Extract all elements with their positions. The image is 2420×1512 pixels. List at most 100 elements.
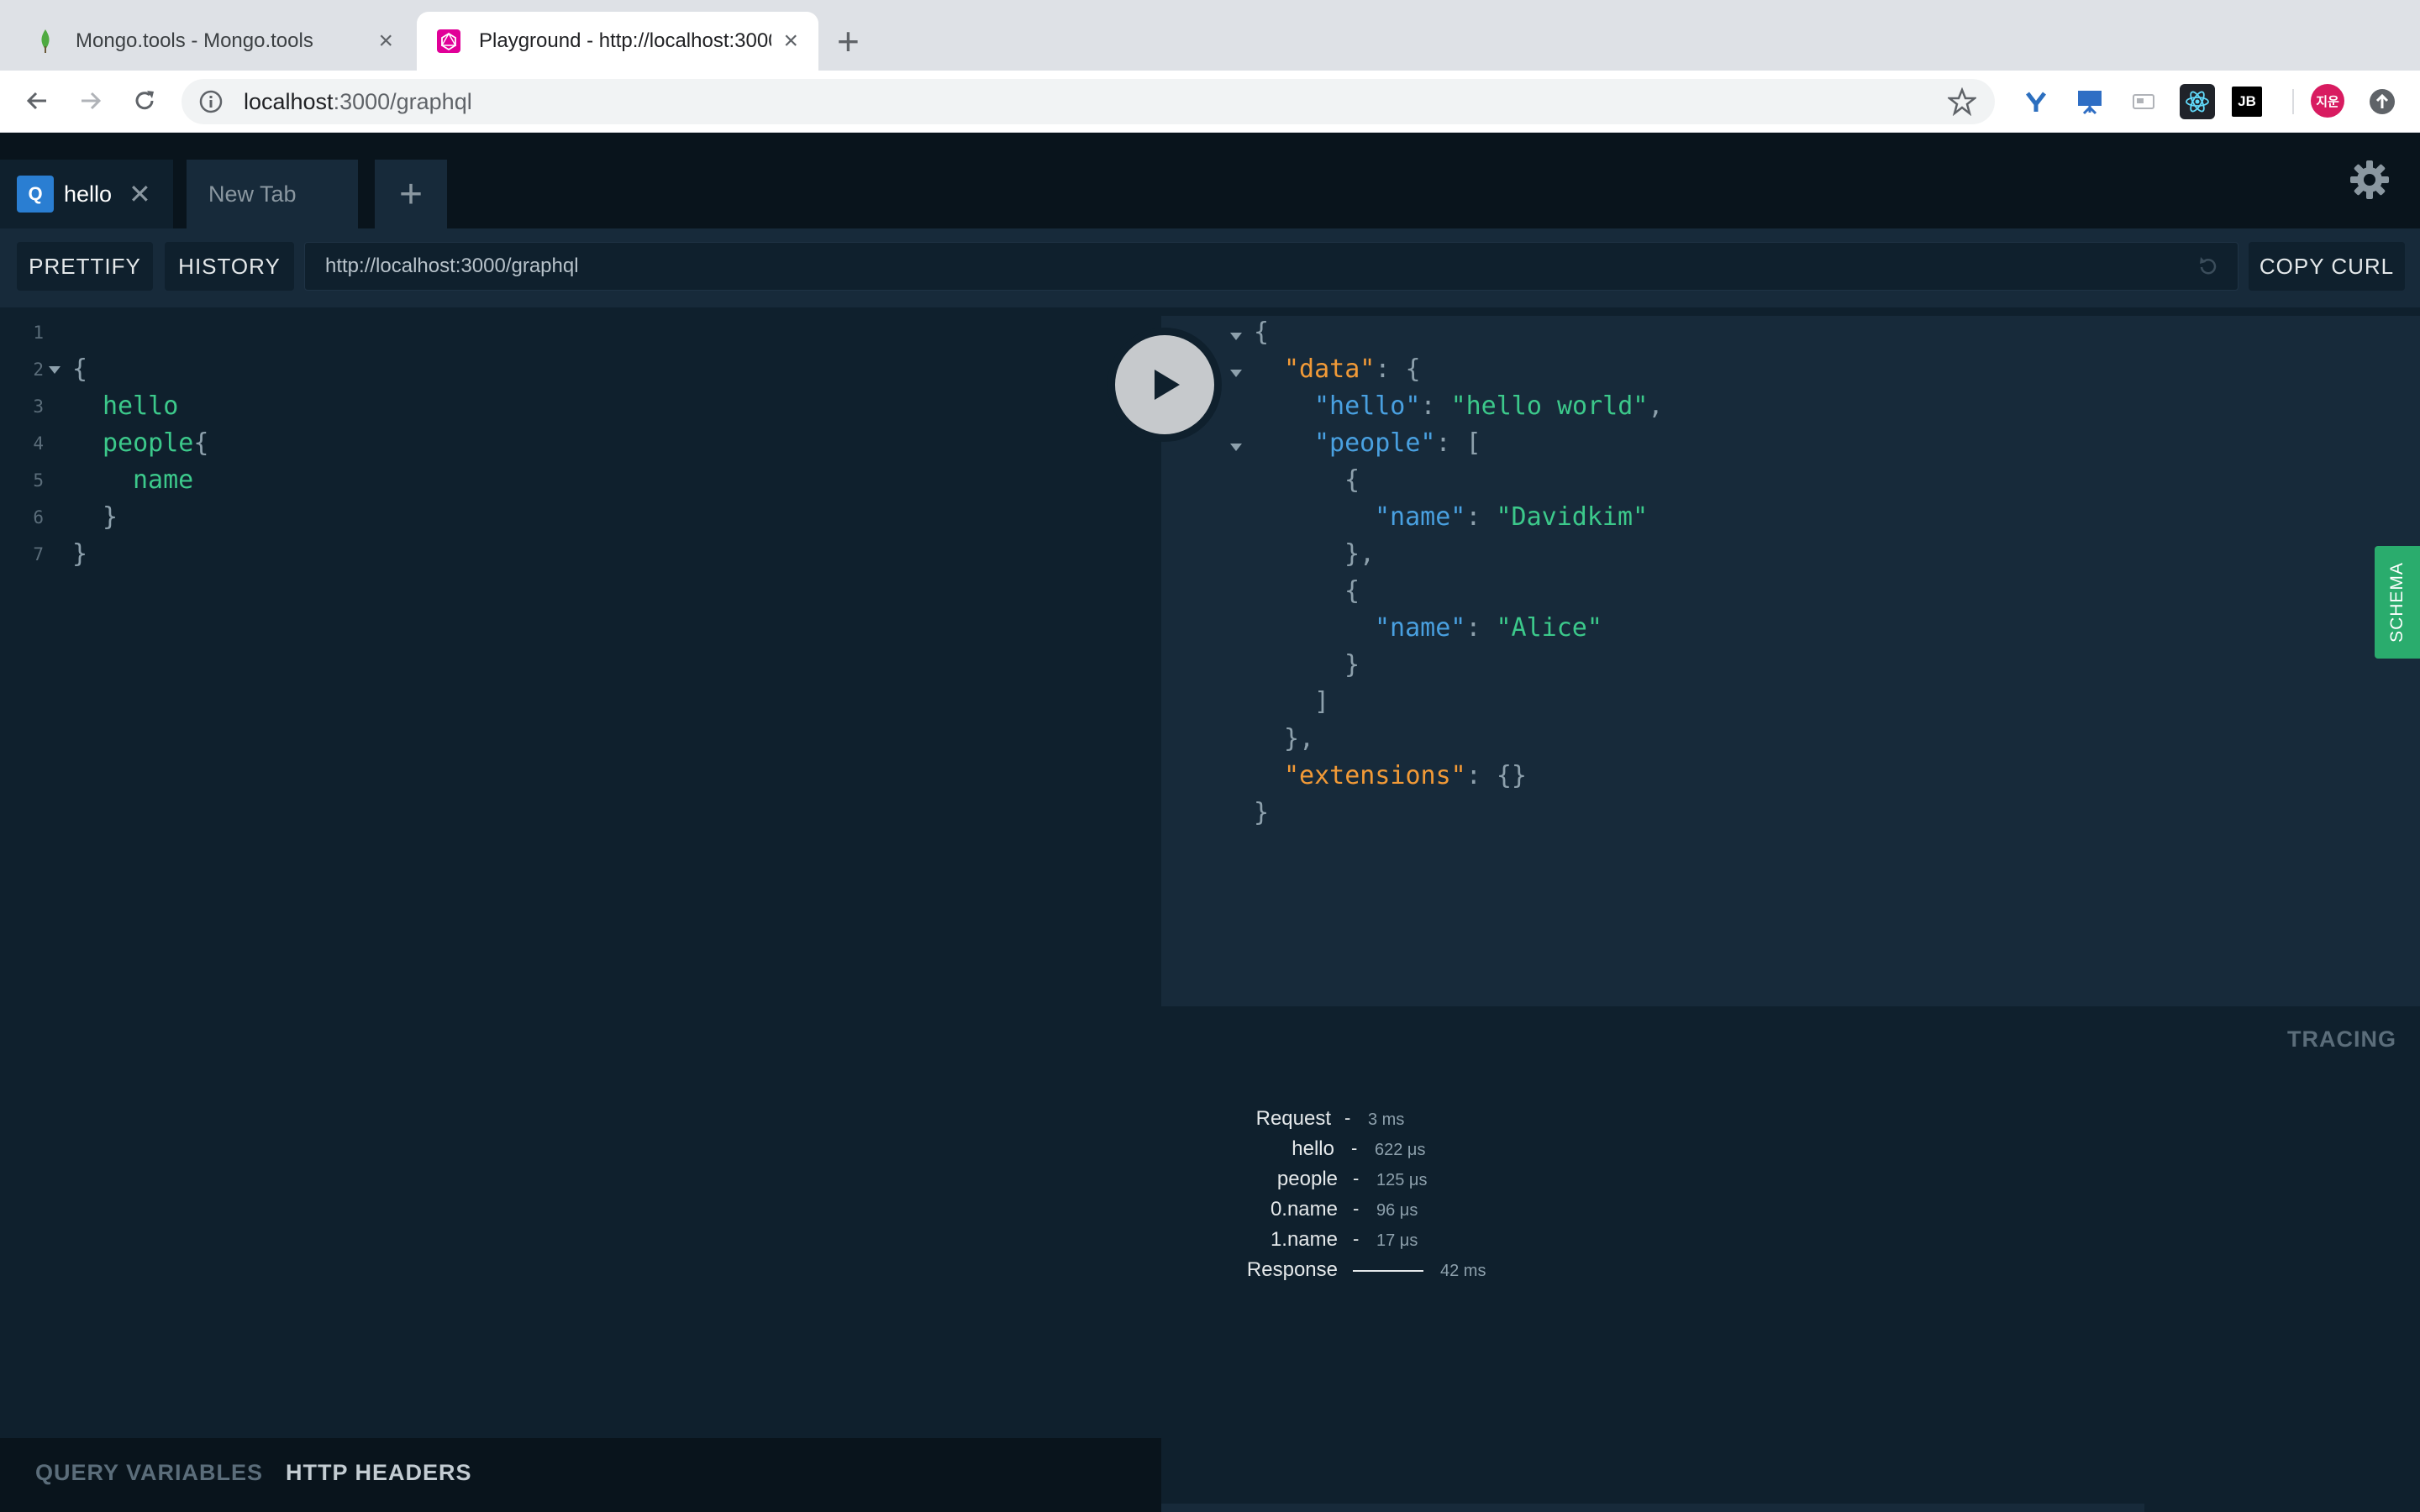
settings-gear-icon[interactable]	[2348, 158, 2391, 206]
query-badge: Q	[17, 176, 54, 213]
line-number: 3	[33, 396, 44, 417]
play-button-circle	[1115, 335, 1214, 434]
json-brace: }	[1344, 650, 1360, 680]
line-number: 5	[33, 470, 44, 491]
tracing-label: 1.name	[1270, 1228, 1338, 1251]
jetbrains-icon[interactable]: JB	[2232, 87, 2262, 117]
tracing-title[interactable]: TRACING	[2287, 1026, 2396, 1053]
variables-headers-bar: QUERY VARIABLES HTTP HEADERS	[0, 1438, 1161, 1512]
bookmark-star-icon[interactable]	[1946, 87, 1978, 120]
json-line: "extensions": {}	[1284, 761, 1527, 790]
forward-button[interactable]	[74, 84, 108, 118]
tracing-label: hello	[1292, 1137, 1334, 1160]
json-line: "name": "Davidkim"	[1375, 502, 1649, 532]
tracing-value: 3 ms	[1368, 1110, 1405, 1129]
extension-card-icon[interactable]	[2126, 84, 2161, 119]
fold-arrow-icon[interactable]	[1230, 333, 1242, 340]
close-icon[interactable]: ✕	[129, 178, 151, 210]
fold-arrow-icon[interactable]	[49, 366, 60, 374]
playground-tab-bar: Q hello ✕ New Tab +	[0, 133, 2420, 228]
extension-y-icon[interactable]	[2018, 84, 2054, 119]
back-button[interactable]	[20, 84, 54, 118]
tracing-value: 17 μs	[1376, 1231, 1418, 1250]
result-viewer[interactable]: { "data": { "hello": "hello world", "peo…	[1161, 316, 2420, 1006]
tracing-value: 42 ms	[1440, 1262, 1486, 1280]
json-key-hello: "hello"	[1314, 391, 1421, 421]
new-browser-tab-button[interactable]: +	[837, 18, 860, 64]
reload-schema-icon[interactable]	[2196, 255, 2221, 286]
info-icon[interactable]	[198, 89, 224, 114]
json-line: "data": {	[1284, 354, 1421, 384]
playground-tab-label: hello	[64, 181, 113, 207]
extension-presentation-icon[interactable]	[2072, 84, 2107, 119]
tracing-panel: TRACING Request - 3 ms hello - 622 μs pe…	[1161, 1006, 2420, 1512]
plus-icon: +	[398, 171, 424, 217]
endpoint-url-text: http://localhost:3000/graphql	[325, 255, 579, 277]
line-number: 2	[33, 360, 44, 380]
json-key-people: "people"	[1314, 428, 1436, 458]
close-icon[interactable]: ×	[783, 27, 798, 55]
json-brace: {	[1254, 318, 1270, 347]
editor-line: 6 }	[0, 501, 1161, 538]
json-key-data: "data"	[1284, 354, 1376, 384]
tracing-label: 0.name	[1270, 1198, 1338, 1221]
profile-avatar[interactable]: 지운	[2311, 84, 2344, 118]
add-tab-button[interactable]: +	[375, 160, 447, 228]
tracing-label: Response	[1246, 1258, 1338, 1281]
prettify-button[interactable]: PRETTIFY	[17, 242, 153, 291]
tracing-dash: -	[1344, 1107, 1351, 1128]
json-key-name: "name"	[1375, 613, 1466, 643]
arrow-right-icon	[82, 92, 102, 110]
schema-tab[interactable]: SCHEMA	[2375, 546, 2420, 659]
json-value-name: "Davidkim"	[1496, 502, 1649, 532]
json-line: "people": [	[1314, 428, 1481, 458]
toolbar-separator	[2292, 89, 2294, 114]
history-button[interactable]: HISTORY	[165, 242, 294, 291]
execute-query-button[interactable]	[1107, 328, 1222, 442]
endpoint-url-input[interactable]: http://localhost:3000/graphql	[304, 242, 2238, 291]
line-number: 7	[33, 544, 44, 564]
play-icon	[1155, 370, 1180, 400]
graphql-playground: Q hello ✕ New Tab + PRETTIFY HISTORY htt…	[0, 133, 2420, 1512]
code-field: name	[133, 465, 194, 495]
json-key-name: "name"	[1375, 502, 1466, 532]
browser-tab-title: Mongo.tools - Mongo.tools	[76, 29, 313, 52]
fold-arrow-icon[interactable]	[1230, 370, 1242, 377]
browser-tab-playground[interactable]: Playground - http://localhost:3000/graph…	[417, 12, 818, 71]
json-brace: }	[1254, 798, 1270, 827]
address-bar[interactable]: localhost:3000/graphql	[182, 79, 1995, 124]
tracing-row: people	[1161, 1168, 1338, 1198]
playground-tab-label: New Tab	[208, 181, 297, 207]
line-number: 4	[33, 433, 44, 454]
address-path: :3000/graphql	[333, 88, 472, 114]
json-brace: },	[1344, 539, 1376, 569]
mongodb-leaf-icon	[34, 29, 57, 53]
close-icon[interactable]: ×	[378, 27, 393, 55]
browser-tab-title: Playground - http://localhost:3000/graph…	[479, 29, 771, 52]
tracing-label: people	[1276, 1168, 1338, 1190]
tab-http-headers[interactable]: HTTP HEADERS	[286, 1460, 472, 1486]
result-footer-strip	[1161, 1504, 2144, 1512]
playground-tab-hello[interactable]: Q hello ✕	[0, 160, 173, 228]
code-text: }	[72, 539, 88, 569]
query-editor[interactable]: 1 2 { 3 hello 4 people{ 5 name 6 } 7 }	[0, 316, 1161, 1438]
copy-curl-button[interactable]: COPY CURL	[2249, 242, 2405, 291]
editor-line: 3 hello	[0, 390, 1161, 427]
browser-tab-mongo-tools[interactable]: Mongo.tools - Mongo.tools ×	[0, 12, 413, 71]
fold-arrow-icon[interactable]	[1230, 444, 1242, 451]
json-value-extensions: {}	[1496, 761, 1527, 790]
json-line: "hello": "hello world",	[1314, 391, 1664, 421]
playground-tab-new[interactable]: New Tab	[187, 160, 358, 228]
tracing-row: Response	[1161, 1258, 1338, 1289]
address-url: localhost:3000/graphql	[244, 89, 472, 115]
tracing-bar	[1353, 1270, 1423, 1272]
update-icon[interactable]	[2365, 84, 2400, 119]
code-field: people	[103, 428, 194, 458]
browser-toolbar: localhost:3000/graphql JB 지운	[0, 71, 2420, 133]
json-key-extensions: "extensions"	[1284, 761, 1466, 790]
tab-query-variables[interactable]: QUERY VARIABLES	[35, 1460, 263, 1486]
reload-button[interactable]	[128, 84, 161, 118]
editor-line: 4 people{	[0, 427, 1161, 464]
code-text: {	[72, 354, 88, 384]
react-devtools-icon[interactable]	[2180, 84, 2215, 119]
